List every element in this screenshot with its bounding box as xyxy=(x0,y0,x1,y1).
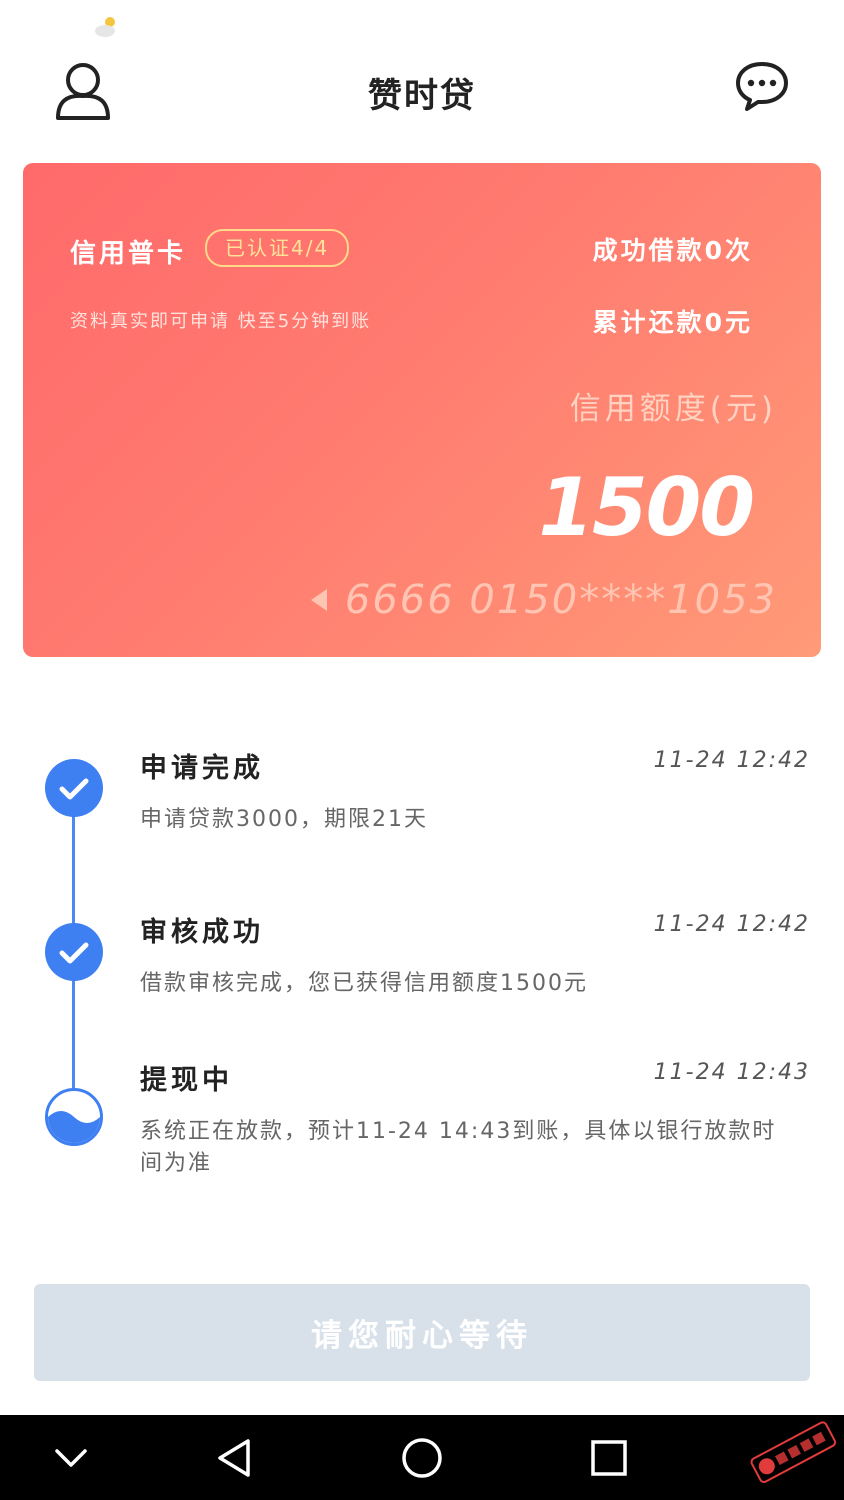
timeline-step-time: 11-24 12:43 xyxy=(653,1060,810,1085)
timeline-step-time: 11-24 12:42 xyxy=(653,912,810,937)
collapse-chevron-icon[interactable] xyxy=(46,1433,96,1483)
credit-card-panel: 信用普卡 已认证4/4 资料真实即可申请 快至5分钟到账 成功借款0次 累计还款… xyxy=(23,163,821,657)
timeline-step-desc: 系统正在放款，预计11-24 14:43到账，具体以银行放款时间为准 xyxy=(140,1119,777,1176)
status-bar xyxy=(0,0,844,48)
timeline-step-time: 11-24 12:42 xyxy=(653,748,810,773)
timeline-step-desc: 借款审核完成，您已获得信用额度1500元 xyxy=(140,971,588,996)
loan-progress-timeline: 申请完成 11-24 12:42 申请贷款3000，期限21天 审核成功 11-… xyxy=(0,700,844,1220)
timeline-step-title: 申请完成 xyxy=(140,753,264,784)
check-circle-icon xyxy=(45,923,103,981)
check-circle-icon xyxy=(45,759,103,817)
recents-square-icon[interactable] xyxy=(584,1433,634,1483)
total-repaid-amount: 累计还款0元 xyxy=(592,308,753,337)
back-triangle-icon[interactable] xyxy=(210,1433,260,1483)
success-loans-count: 成功借款0次 xyxy=(592,236,753,265)
credit-limit-value: 1500 xyxy=(538,461,755,554)
system-navigation-bar xyxy=(0,1415,844,1500)
wait-button[interactable]: 请您耐心等待 xyxy=(34,1284,810,1381)
in-progress-wave-icon xyxy=(45,1088,103,1146)
card-note: 资料真实即可申请 快至5分钟到账 xyxy=(70,311,372,332)
weather-partly-cloudy-icon xyxy=(95,17,115,37)
card-number: 6666 0150****1053 xyxy=(344,577,777,623)
card-arrow-icon xyxy=(311,589,327,611)
app-header: 赞时贷 xyxy=(0,48,844,138)
timeline-step-title: 审核成功 xyxy=(140,917,264,948)
verification-badge: 已认证4/4 xyxy=(205,229,350,267)
kanong-watermark-logo xyxy=(750,1421,837,1483)
timeline-step-desc: 申请贷款3000，期限21天 xyxy=(140,807,428,832)
page-title: 赞时贷 xyxy=(368,76,476,116)
credit-limit-label: 信用额度(元) xyxy=(569,391,777,427)
home-circle-icon[interactable] xyxy=(397,1433,447,1483)
card-type-label: 信用普卡 xyxy=(70,239,187,269)
timeline-step-title: 提现中 xyxy=(140,1065,233,1096)
message-chat-icon[interactable] xyxy=(734,60,790,112)
